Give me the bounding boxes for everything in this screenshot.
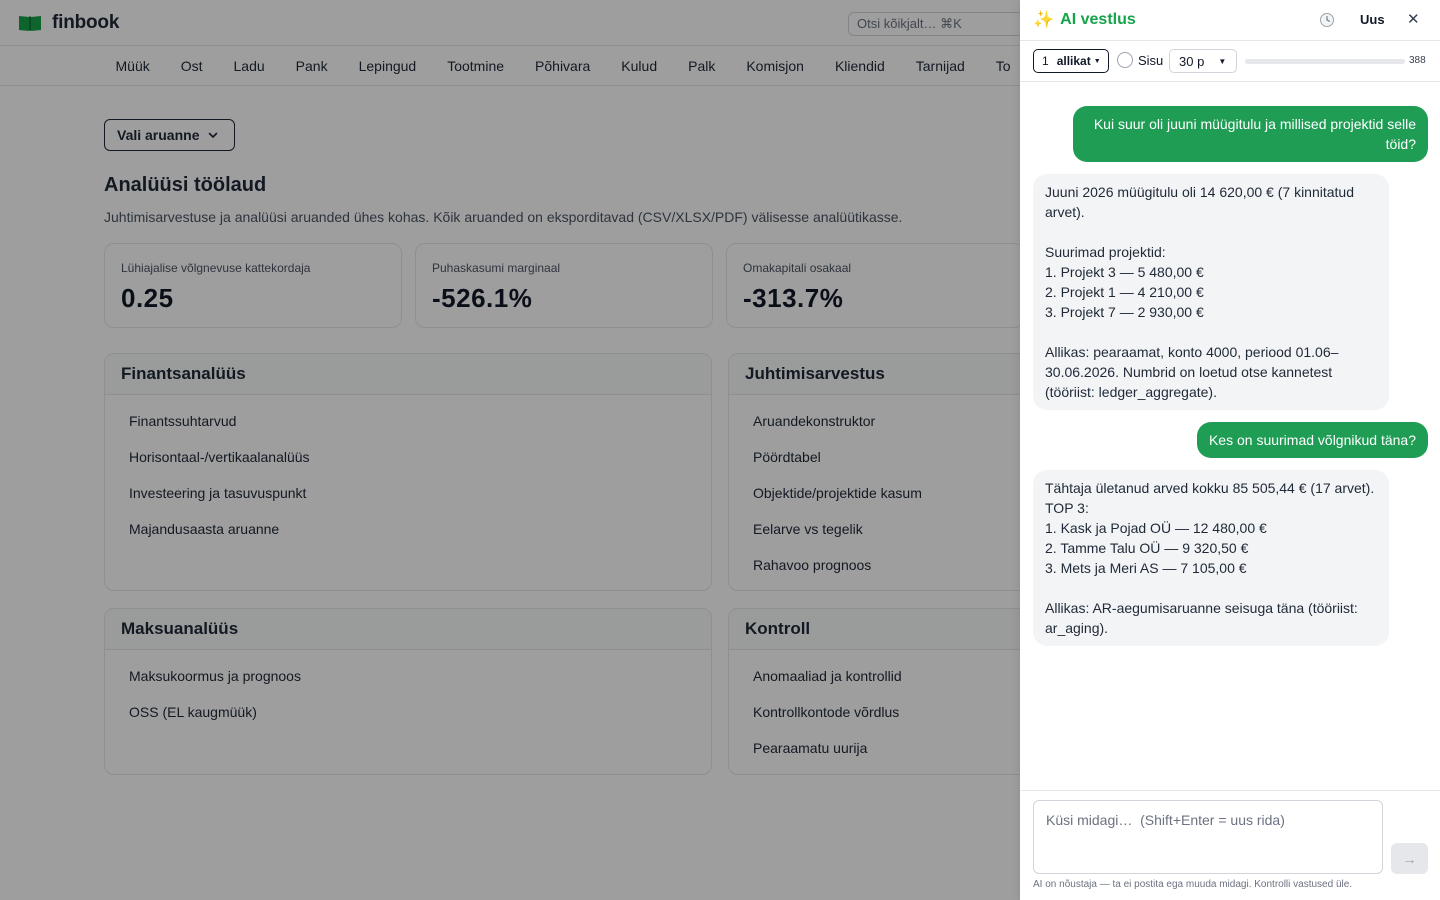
assistant-message: Juuni 2026 müügitulu oli 14 620,00 € (7 … <box>1033 174 1389 410</box>
close-icon[interactable]: ✕ <box>1407 12 1420 28</box>
sources-count: 1 <box>1042 54 1049 68</box>
panel-title-text: AI vestlus <box>1060 11 1136 28</box>
caret-down-icon: ▼ <box>1093 57 1101 65</box>
chat-composer: → AI on nõustaja — ta ei postita ega muu… <box>1020 790 1440 900</box>
sparkle-icon: ✨ <box>1033 10 1055 29</box>
panel-header: ✨ AI vestlus Uus ✕ <box>1020 0 1440 41</box>
user-message: Kes on suurimad võlgnikud täna? <box>1196 422 1428 458</box>
usage-count: 388 <box>1409 55 1426 66</box>
user-message: Kui suur oli juuni müügitulu ja millised… <box>1073 106 1428 162</box>
assistant-message: Tähtaja ületanud arved kokku 85 505,44 €… <box>1033 470 1389 646</box>
arrow-right-icon: → <box>1402 850 1417 867</box>
period-select-value: 30 p <box>1179 53 1205 69</box>
modal-backdrop[interactable] <box>0 0 1020 900</box>
period-select[interactable]: 30 p ▼ <box>1169 49 1237 73</box>
usage-progress-bar <box>1245 59 1405 64</box>
sisu-toggle[interactable]: Sisu <box>1117 52 1163 68</box>
ai-chat-panel: ✨ AI vestlus Uus ✕ 1 allikat ▼ Sisu 30 p… <box>1020 0 1440 900</box>
sisu-label: Sisu <box>1138 52 1164 68</box>
sources-label: allikat <box>1056 54 1091 68</box>
new-chat-button[interactable]: Uus <box>1360 12 1385 27</box>
message-list: Kui suur oli juuni müügitulu ja millised… <box>1020 82 1440 790</box>
history-clock-icon[interactable] <box>1319 12 1335 28</box>
panel-title: ✨ AI vestlus <box>1033 10 1136 30</box>
caret-down-icon: ▼ <box>1218 56 1227 66</box>
sisu-radio[interactable] <box>1117 52 1133 68</box>
sources-dropdown[interactable]: 1 allikat ▼ <box>1033 49 1109 73</box>
send-button[interactable]: → <box>1391 843 1428 874</box>
chat-input[interactable] <box>1033 800 1383 874</box>
chat-toolbar: 1 allikat ▼ Sisu 30 p ▼ 388 <box>1020 41 1440 82</box>
disclaimer-text: AI on nõustaja — ta ei postita ega muuda… <box>1033 879 1353 890</box>
